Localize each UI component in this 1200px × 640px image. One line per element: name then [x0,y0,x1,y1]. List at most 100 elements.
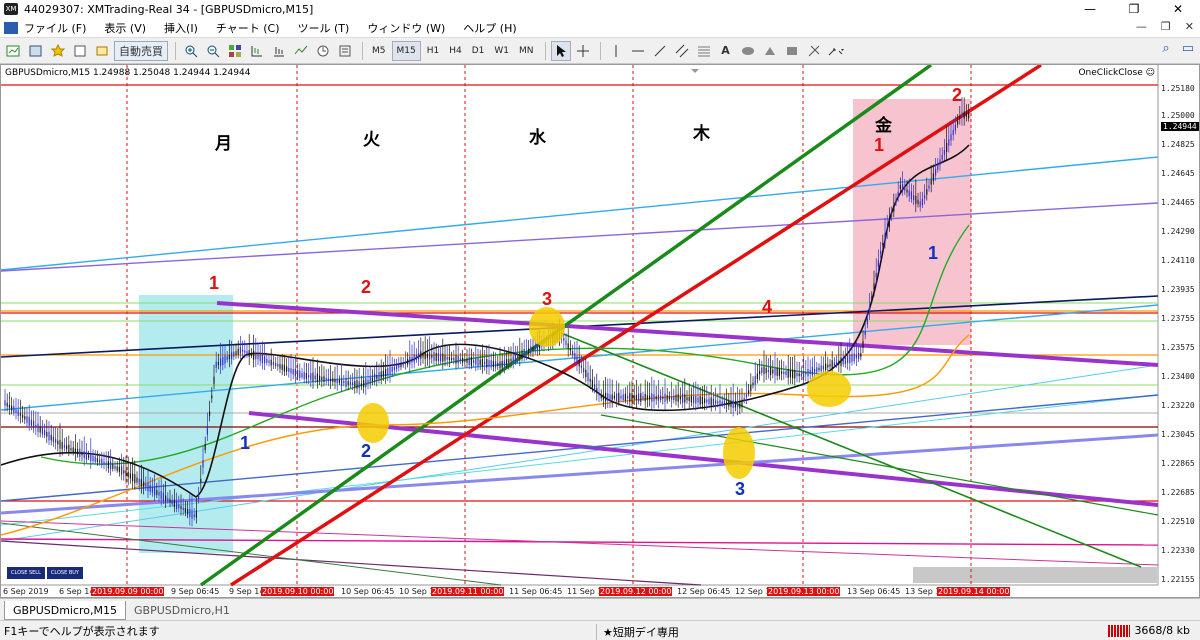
candle-body [501,360,503,368]
navigator-icon[interactable] [92,41,112,61]
zoom-in-icon[interactable] [181,41,201,61]
menu-window[interactable]: ウィンドウ (W) [367,20,445,36]
data-window-icon[interactable] [70,41,90,61]
chart-area[interactable]: GBPUSDmicro,M15 1.24988 1.25048 1.24944 … [0,64,1200,598]
tools-icon[interactable] [804,41,824,61]
timeframe-m15[interactable]: M15 [391,40,421,61]
templates-icon[interactable] [335,41,355,61]
fibonacci-icon[interactable] [694,41,714,61]
candle-body [803,370,805,378]
candle-body [640,393,642,402]
status-help-text: F1キーでヘルプが表示されます [4,624,160,638]
tile-windows-icon[interactable] [225,41,245,61]
candle-body [497,363,499,367]
mdi-close-button[interactable]: ✕ [1185,20,1194,33]
candle-body [459,358,461,362]
timeframe-d1[interactable]: D1 [468,41,489,61]
tab-gbpusd-h1[interactable]: GBPUSDmicro,H1 [126,601,238,620]
candle-body [259,354,261,362]
candle-body [712,398,714,405]
minimize-button[interactable]: — [1068,0,1112,18]
favorites-icon[interactable] [48,41,68,61]
candle-body [534,345,536,351]
candle-body [734,401,736,408]
candle-body [24,416,26,420]
menu-help[interactable]: ヘルプ (H) [463,20,516,36]
mdi-minimize-button[interactable]: — [1136,20,1147,33]
trendline-icon[interactable] [650,41,670,61]
candle-body [530,346,532,354]
equidistant-channel-icon[interactable] [672,41,692,61]
search-icon[interactable]: ⌕ [1162,41,1169,56]
candle-body [655,396,657,400]
chart-document-icon[interactable] [4,21,18,34]
candle-body [481,359,483,367]
candle-body [468,356,470,366]
candle-body [255,353,257,360]
candle-body [825,363,827,371]
candle-body [679,396,681,400]
chat-icon[interactable]: ▭ [1182,41,1194,56]
zoom-out-icon[interactable] [203,41,223,61]
menu-insert[interactable]: 挿入(I) [164,20,198,36]
new-chart-icon[interactable] [4,41,24,61]
mdi-restore-button[interactable]: ❐ [1161,20,1171,33]
ellipse-icon[interactable] [738,41,758,61]
close-button[interactable]: ✕ [1156,0,1200,18]
candle-body [253,350,255,360]
candle-body [488,360,490,367]
text-icon[interactable]: A [716,41,736,61]
candle-body [708,398,710,404]
candle-body [358,381,360,389]
candle-body [292,369,294,375]
candle-body [765,367,767,374]
candle-body [891,214,893,217]
close-buy-button[interactable]: CLOSE BUY [46,567,83,579]
status-profile[interactable]: ★短期デイ専用 [596,624,679,640]
cursor-icon[interactable] [550,40,571,61]
tab-gbpusd-m15[interactable]: GBPUSDmicro,M15 [4,601,127,620]
candle-body [382,370,384,377]
candle-body [411,356,413,363]
menu-tools[interactable]: ツール (T) [298,20,350,36]
chart-shift-icon[interactable] [247,41,267,61]
timeframe-m5[interactable]: M5 [368,41,390,61]
candle-body [79,448,81,457]
triangle-icon[interactable] [760,41,780,61]
candle-body [385,369,387,377]
vertical-line-icon[interactable] [606,41,626,61]
price-label: 1.22155 [1161,575,1195,584]
periods-icon[interactable] [313,41,333,61]
auto-scroll-icon[interactable] [269,41,289,61]
candle-body [829,364,831,367]
timeframe-h4[interactable]: H4 [445,41,466,61]
chart-canvas[interactable] [1,65,1200,599]
auto-trading-button[interactable]: 自動売買 [114,40,168,61]
menu-chart[interactable]: チャート (C) [216,20,280,36]
toolbar-separator [362,41,363,60]
rectangle-icon[interactable] [782,41,802,61]
one-click-close-label[interactable]: OneClickClose ☺ [1078,68,1155,78]
candle-body [822,365,824,370]
menu-file[interactable]: ファイル (F) [24,20,86,36]
candle-body [943,149,945,155]
crosshair-icon[interactable] [573,41,593,61]
indicators-icon[interactable] [291,41,311,61]
candle-body [96,458,98,462]
candle-body [536,343,538,351]
arrows-dropdown-icon[interactable] [826,41,846,61]
candle-body [774,368,776,376]
maximize-button[interactable]: ❐ [1112,0,1156,18]
close-sell-button[interactable]: CLOSE SELL [7,567,45,579]
profiles-icon[interactable] [26,41,46,61]
candle-body [178,504,180,509]
horizontal-line-icon[interactable] [628,41,648,61]
timeframe-w1[interactable]: W1 [490,41,513,61]
candle-body [644,393,646,402]
trendline-plum [1,540,702,586]
timeframe-mn[interactable]: MN [515,41,538,61]
timeframe-h1[interactable]: H1 [423,41,444,61]
day-separator-label: 2019.09.11 00:00 [431,587,505,596]
candle-body [431,355,433,358]
menu-view[interactable]: 表示 (V) [104,20,146,36]
